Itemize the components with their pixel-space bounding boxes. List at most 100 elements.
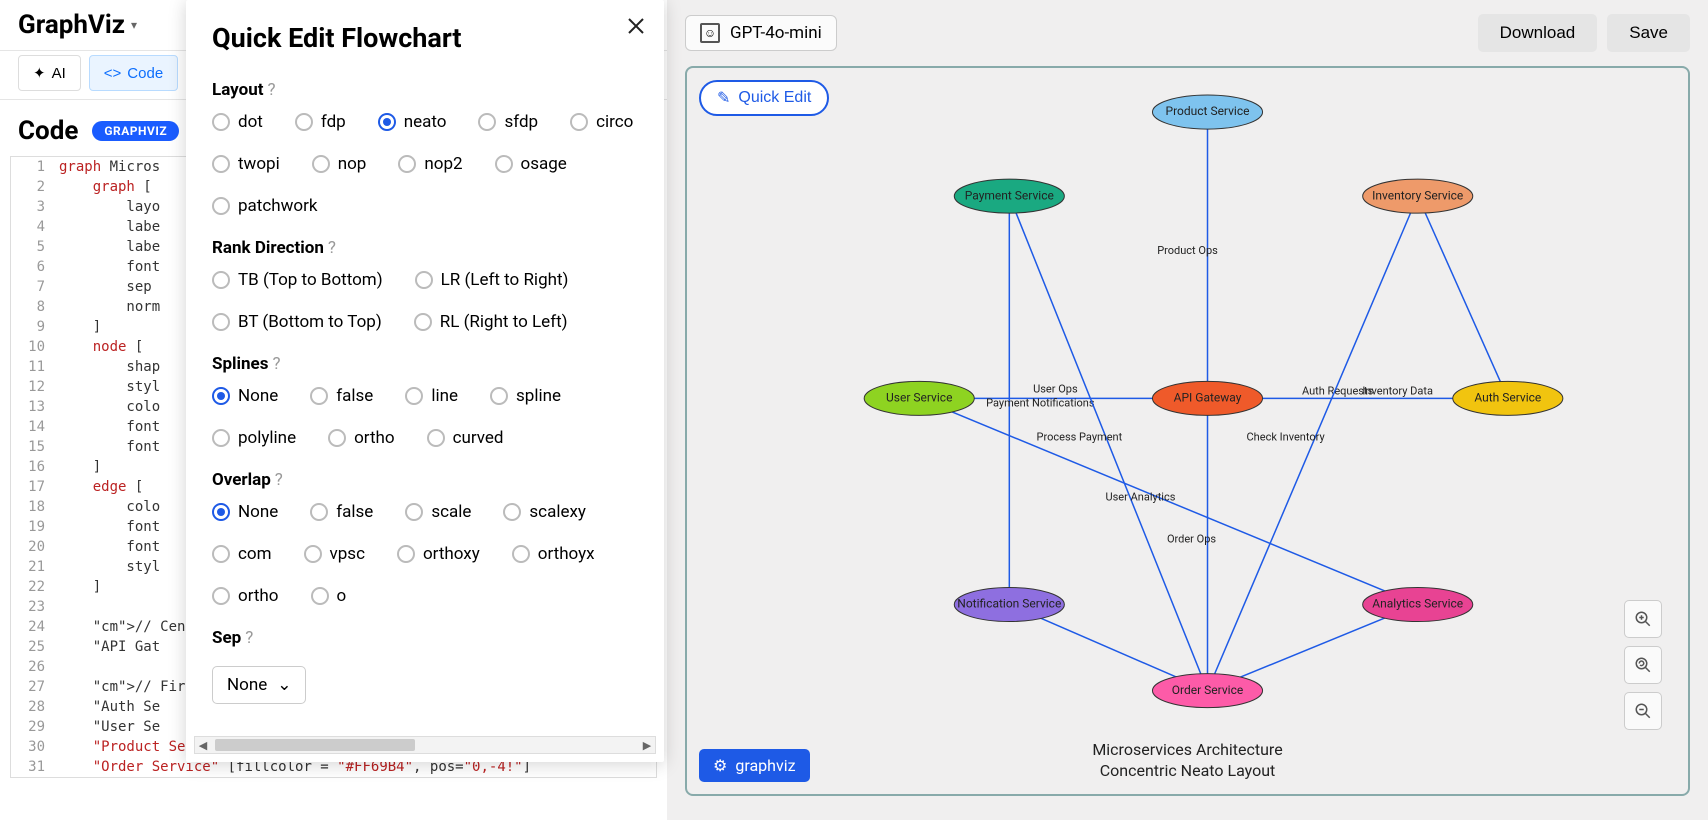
radio-icon [397, 545, 415, 563]
help-icon[interactable]: ? [267, 80, 275, 100]
radio-label: spline [516, 386, 561, 406]
zoom-out-button[interactable] [1624, 692, 1662, 730]
radio-label: dot [238, 112, 263, 132]
radio-label: circo [596, 112, 633, 132]
ai-tab-label: AI [52, 65, 66, 82]
radio-icon [378, 113, 396, 131]
sep-select[interactable]: None ⌄ [212, 666, 306, 704]
splines-option-curved[interactable]: curved [427, 428, 504, 448]
rank-option-bt-bottom-to-top-[interactable]: BT (Bottom to Top) [212, 312, 382, 332]
horizontal-scrollbar[interactable]: ◀ ▶ [194, 736, 656, 754]
layout-option-nop[interactable]: nop [312, 154, 367, 174]
radio-label: BT (Bottom to Top) [238, 312, 382, 332]
layout-option-patchwork[interactable]: patchwork [212, 196, 317, 216]
layout-option-fdp[interactable]: fdp [295, 112, 346, 132]
radio-label: None [238, 502, 278, 522]
overlap-option-vpsc[interactable]: vpsc [304, 544, 365, 564]
radio-label: false [336, 386, 373, 406]
splines-option-none[interactable]: None [212, 386, 278, 406]
radio-label: patchwork [238, 196, 317, 216]
overlap-option-o[interactable]: o [311, 586, 347, 606]
modal-title: Quick Edit Flowchart [212, 22, 638, 54]
node-label: Payment Service [965, 188, 1054, 202]
ai-tab-button[interactable]: ✦ AI [18, 55, 81, 91]
zoom-out-icon [1634, 702, 1652, 720]
radio-icon [415, 271, 433, 289]
radio-icon [405, 387, 423, 405]
overlap-option-com[interactable]: com [212, 544, 272, 564]
sep-group-label: Sep? [212, 628, 638, 648]
node-label: Analytics Service [1372, 597, 1463, 611]
overlap-option-none[interactable]: None [212, 502, 278, 522]
layout-option-sfdp[interactable]: sfdp [478, 112, 538, 132]
overlap-option-orthoyx[interactable]: orthoyx [512, 544, 595, 564]
radio-label: neato [404, 112, 447, 132]
radio-icon [512, 545, 530, 563]
model-selector[interactable]: ☺ GPT-4o-mini [685, 15, 837, 51]
gear-icon: ⚙ [713, 756, 727, 775]
overlap-option-scalexy[interactable]: scalexy [503, 502, 586, 522]
scroll-right-arrow[interactable]: ▶ [639, 739, 655, 752]
layout-option-nop2[interactable]: nop2 [398, 154, 462, 174]
help-icon[interactable]: ? [275, 470, 283, 490]
help-icon[interactable]: ? [245, 628, 253, 648]
radio-label: fdp [321, 112, 346, 132]
rank-option-lr-left-to-right-[interactable]: LR (Left to Right) [415, 270, 569, 290]
radio-icon [328, 429, 346, 447]
code-tab-button[interactable]: <> Code [89, 55, 178, 91]
help-icon[interactable]: ? [328, 238, 336, 258]
edge-label: Process Payment [1037, 430, 1123, 443]
layout-option-neato[interactable]: neato [378, 112, 447, 132]
splines-option-polyline[interactable]: polyline [212, 428, 296, 448]
splines-option-ortho[interactable]: ortho [328, 428, 395, 448]
radio-icon [478, 113, 496, 131]
robot-icon: ☺ [700, 23, 720, 43]
scroll-thumb[interactable] [215, 739, 415, 751]
radio-label: LR (Left to Right) [441, 270, 569, 290]
rank-group-label: Rank Direction? [212, 238, 638, 258]
overlap-option-orthoxy[interactable]: orthoxy [397, 544, 480, 564]
zoom-in-button[interactable] [1624, 600, 1662, 638]
graphviz-engine-badge[interactable]: ⚙ graphviz [699, 749, 810, 782]
radio-icon [212, 545, 230, 563]
close-button[interactable] [626, 16, 646, 42]
radio-icon [310, 387, 328, 405]
overlap-option-ortho[interactable]: ortho [212, 586, 279, 606]
splines-option-spline[interactable]: spline [490, 386, 561, 406]
layout-option-dot[interactable]: dot [212, 112, 263, 132]
download-button[interactable]: Download [1478, 14, 1598, 52]
radio-icon [490, 387, 508, 405]
zoom-reset-button[interactable] [1624, 646, 1662, 684]
layout-option-circo[interactable]: circo [570, 112, 633, 132]
radio-label: orthoyx [538, 544, 595, 564]
radio-icon [295, 113, 313, 131]
layout-radio-group: dot fdp neato sfdp circo twopi nop nop2 osage pat… [212, 112, 638, 216]
radio-label: line [431, 386, 458, 406]
overlap-option-scale[interactable]: scale [405, 502, 471, 522]
splines-option-false[interactable]: false [310, 386, 373, 406]
caption-line-2: Concentric Neato Layout [1092, 761, 1282, 782]
layout-option-twopi[interactable]: twopi [212, 154, 280, 174]
radio-icon [212, 587, 230, 605]
layout-group-label: Layout? [212, 80, 638, 100]
radio-icon [212, 313, 230, 331]
layout-option-osage[interactable]: osage [495, 154, 567, 174]
sparkle-icon: ✦ [33, 64, 46, 82]
edge-label: User Analytics [1105, 490, 1175, 503]
rank-option-tb-top-to-bottom-[interactable]: TB (Top to Bottom) [212, 270, 383, 290]
chevron-down-icon[interactable]: ▾ [131, 18, 137, 32]
graph-canvas[interactable]: ✎ Quick Edit Product OpsAuth RequestsUse… [685, 66, 1690, 796]
help-icon[interactable]: ? [272, 354, 280, 374]
overlap-radio-group: None false scale scalexy com vpsc orthoxy ortho… [212, 502, 638, 606]
radio-label: com [238, 544, 272, 564]
save-button[interactable]: Save [1607, 14, 1690, 52]
node-label: Notification Service [957, 597, 1061, 611]
scroll-left-arrow[interactable]: ◀ [195, 739, 211, 752]
overlap-group-label: Overlap? [212, 470, 638, 490]
reset-icon [1634, 656, 1652, 674]
radio-label: curved [453, 428, 504, 448]
splines-option-line[interactable]: line [405, 386, 458, 406]
rank-option-rl-right-to-left-[interactable]: RL (Right to Left) [414, 312, 568, 332]
overlap-option-false[interactable]: false [310, 502, 373, 522]
edge-label: Product Ops [1157, 244, 1218, 257]
